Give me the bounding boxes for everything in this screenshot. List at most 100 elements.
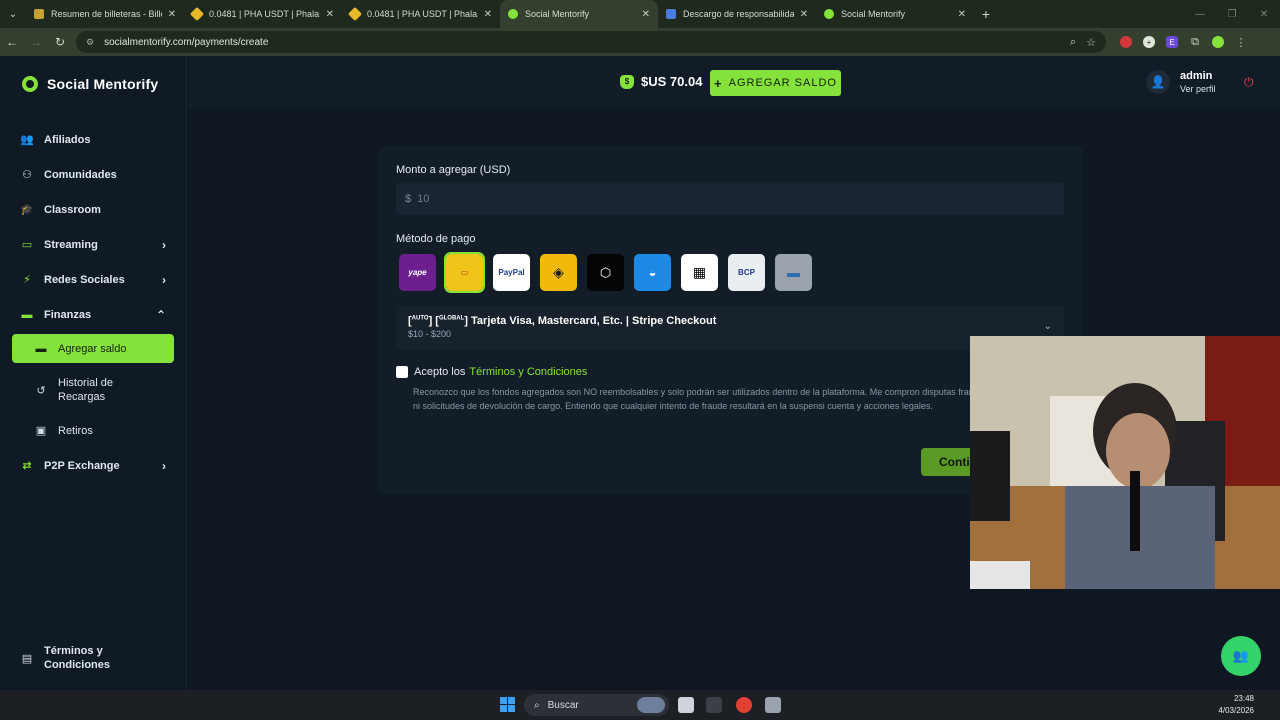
paypal-method-icon[interactable]: PayPal — [493, 254, 530, 291]
zoom-icon[interactable]: ⌕ — [1070, 36, 1076, 49]
cube-method-icon[interactable]: ⬡ — [587, 254, 624, 291]
webcam-overlay — [970, 336, 1280, 589]
browser-tab[interactable]: Social Mentorify ✕ — [816, 0, 974, 28]
extensions-puzzle-icon[interactable]: ⧉ — [1189, 36, 1201, 48]
community-chat-button[interactable]: 👥 — [1221, 636, 1261, 676]
sidebar-item-terminos[interactable]: ▤ Términos y Condiciones — [0, 640, 124, 676]
chevron-right-icon: › — [162, 458, 166, 473]
sidebar-item-finanzas[interactable]: ▬ Finanzas ⌃ — [0, 297, 186, 332]
sidebar-item-label: P2P Exchange — [44, 459, 120, 472]
sidebar-item-label: Historial de Recargas — [58, 377, 114, 403]
user-menu[interactable]: 👤 admin Ver perfil — [1146, 70, 1216, 94]
site-info-icon[interactable]: ⚙ — [86, 37, 94, 48]
logout-power-icon[interactable]: ⏻ — [1244, 75, 1254, 90]
brand[interactable]: Social Mentorify — [0, 56, 186, 112]
top-header: $ $US 70.04 + AGREGAR SALDO 👤 admin Ver … — [188, 56, 1280, 109]
history-icon: ↺ — [36, 384, 46, 397]
sidebar-item-retiros[interactable]: ▣ Retiros — [0, 413, 186, 448]
search-icon: ⌕ — [534, 699, 540, 711]
browser-tab-active[interactable]: Social Mentorify ✕ — [500, 0, 658, 28]
windows-start-icon[interactable] — [500, 697, 515, 712]
extension-purple-icon[interactable]: E — [1166, 36, 1178, 48]
add-balance-button[interactable]: + AGREGAR SALDO — [710, 70, 841, 96]
terms-row: Acepto los Términos y Condiciones — [396, 366, 587, 378]
payment-method-select[interactable]: [AUTO] [GLOBAL] Tarjeta Visa, Mastercard… — [396, 305, 1064, 349]
community-icon: ⚇ — [22, 169, 32, 181]
exchange-icon: ⇄ — [22, 460, 32, 472]
sidebar-item-comunidades[interactable]: ⚇ Comunidades — [0, 157, 186, 192]
tab-close-icon[interactable]: ✕ — [484, 9, 492, 20]
sidebar-item-classroom[interactable]: 🎓 Classroom — [0, 192, 186, 227]
widgets-icon[interactable] — [637, 697, 665, 713]
file-explorer-icon[interactable] — [678, 697, 694, 713]
qr-method-icon[interactable]: ▦ — [681, 254, 718, 291]
back-icon[interactable]: ← — [0, 35, 24, 49]
tab-close-icon[interactable]: ✕ — [168, 9, 176, 20]
browser-tab[interactable]: Descargo de responsabilidad s ✕ — [658, 0, 816, 28]
tab-close-icon[interactable]: ✕ — [326, 9, 334, 20]
address-bar[interactable]: ⚙ socialmentorify.com/payments/create ⌕ … — [76, 31, 1106, 53]
chrome-icon[interactable] — [736, 697, 752, 713]
add-balance-label: AGREGAR SALDO — [728, 77, 837, 89]
sidebar-item-p2p-exchange[interactable]: ⇄ P2P Exchange › — [0, 448, 186, 483]
banks-method-icon[interactable]: BCP — [728, 254, 765, 291]
browser-tab[interactable]: Resumen de billeteras - Billete ✕ — [26, 0, 184, 28]
sidebar-item-streaming[interactable]: ▭ Streaming › — [0, 227, 186, 262]
minimize-icon[interactable]: — — [1184, 9, 1216, 20]
card-method-icon[interactable]: ▭ — [444, 252, 485, 293]
users-icon: 👥 — [20, 134, 34, 146]
amount-input[interactable]: $ 10 — [396, 183, 1064, 215]
bookmark-star-icon[interactable]: ☆ — [1086, 36, 1096, 49]
browser-tabbar: ⌄ Resumen de billeteras - Billete ✕ 0.04… — [0, 0, 1280, 28]
graduation-cap-icon: 🎓 — [20, 204, 34, 216]
tab-favicon-icon — [508, 9, 518, 19]
auto-tag: AUTO — [411, 315, 429, 322]
blue-pay-method-icon[interactable]: ◒ — [634, 254, 671, 291]
balance-amount: $US 70.04 — [641, 74, 703, 89]
terms-link[interactable]: Términos y Condiciones — [469, 366, 587, 378]
sidebar-item-label: Classroom — [44, 203, 101, 216]
sidebar-item-historial-recargas[interactable]: ↺ Historial de Recargas — [0, 367, 186, 413]
plus-icon: + — [714, 75, 723, 91]
group-users-icon: 👥 — [1232, 648, 1250, 663]
yape-method-icon[interactable]: yape — [399, 254, 436, 291]
sidebar-item-afiliados[interactable]: 👥 Afiliados — [0, 122, 186, 157]
selected-method-title: [AUTO] [GLOBAL] Tarjeta Visa, Mastercard… — [408, 315, 717, 327]
binance-method-icon[interactable]: ◈ — [540, 254, 577, 291]
sidebar: Social Mentorify 👥 Afiliados ⚇ Comunidad… — [0, 56, 187, 690]
tab-close-icon[interactable]: ✕ — [800, 9, 808, 20]
search-placeholder: Buscar — [547, 699, 579, 711]
tab-search-menu-icon[interactable]: ⌄ — [0, 0, 26, 28]
new-tab-button[interactable]: + — [974, 6, 998, 22]
document-icon: ▤ — [21, 652, 33, 665]
tab-close-icon[interactable]: ✕ — [642, 9, 650, 20]
window-controls: — ❐ ✕ — [1184, 0, 1280, 28]
extension-red-icon[interactable] — [1120, 36, 1132, 48]
forward-icon[interactable]: → — [24, 35, 48, 49]
user-name: admin — [1180, 70, 1213, 82]
terminal-icon[interactable] — [706, 697, 722, 713]
card2-method-icon[interactable]: ▬ — [775, 254, 812, 291]
calculator-icon[interactable] — [765, 697, 781, 713]
clock-time: 23:48 — [1233, 694, 1254, 703]
tab-close-icon[interactable]: ✕ — [958, 9, 966, 20]
close-window-icon[interactable]: ✕ — [1248, 9, 1280, 20]
sidebar-item-agregar-saldo[interactable]: ▬ Agregar saldo — [12, 334, 174, 363]
profile-icon[interactable] — [1212, 36, 1224, 48]
maximize-icon[interactable]: ❐ — [1216, 9, 1248, 20]
reload-icon[interactable]: ↻ — [48, 35, 72, 49]
browser-tab[interactable]: 0.0481 | PHA USDT | Phala.Netw ✕ — [184, 0, 342, 28]
tab-favicon-icon — [34, 9, 44, 19]
sidebar-item-label: Redes Sociales — [44, 273, 125, 286]
brand-logo-icon — [22, 76, 38, 92]
browser-tab[interactable]: 0.0481 | PHA USDT | Phala.Netw ✕ — [342, 0, 500, 28]
browser-menu-icon[interactable]: ⋮ — [1235, 36, 1247, 49]
chevron-right-icon: › — [162, 237, 166, 252]
system-clock[interactable]: 23:48 4/03/2026 — [1208, 693, 1254, 717]
sidebar-item-redes-sociales[interactable]: ⚡ Redes Sociales › — [0, 262, 186, 297]
terms-checkbox[interactable] — [396, 366, 408, 378]
global-tag: GLOBAL — [438, 315, 465, 322]
balance-display: $ $US 70.04 — [620, 74, 702, 89]
extension-plus-icon[interactable]: + — [1143, 36, 1155, 48]
view-profile-link[interactable]: Ver perfil — [1180, 84, 1216, 94]
